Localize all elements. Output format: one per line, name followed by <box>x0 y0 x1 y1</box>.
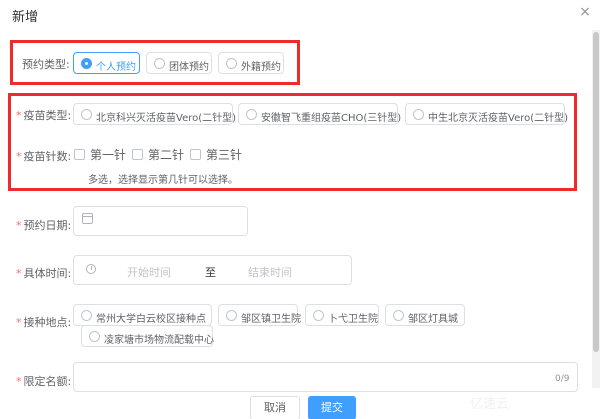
clock-icon <box>86 264 96 274</box>
radio-location-3[interactable]: 卜弋卫生院 <box>305 304 379 326</box>
checkbox-dose-1[interactable]: 第一针 <box>74 146 126 163</box>
dialog-title: 新增 <box>12 10 39 25</box>
radio-vaccine-zhifei[interactable]: 安徽智飞重组疫苗CHO(三针型) <box>238 103 401 125</box>
appointment-type-label: 预约类型: <box>22 58 70 71</box>
radio-personal[interactable]: 个人预约 <box>73 52 140 74</box>
calendar-icon <box>82 213 93 224</box>
radio-icon <box>246 109 257 120</box>
radio-group[interactable]: 团体预约 <box>146 52 212 74</box>
add-dialog: 新增 × 预约类型: 个人预约 团体预约 外籍预约 * 疫苗类型: 北京科兴灭活疫… <box>0 0 600 419</box>
quota-label: * 限定名额: <box>16 375 72 388</box>
vaccine-type-label: * 疫苗类型: <box>16 109 72 122</box>
date-picker-input[interactable] <box>73 206 248 236</box>
radio-location-4[interactable]: 邹区灯具城 <box>385 304 465 326</box>
radio-icon <box>393 310 404 321</box>
radio-icon <box>81 310 92 321</box>
checkbox-dose-3[interactable]: 第三针 <box>190 146 242 163</box>
radio-vaccine-kexing[interactable]: 北京科兴灭活疫苗Vero(二针型) <box>73 103 236 125</box>
radio-icon <box>226 58 237 69</box>
end-time-placeholder[interactable]: 结束时间 <box>248 264 292 280</box>
time-range-label: * 具体时间: <box>16 267 72 280</box>
checkbox-icon <box>132 149 143 160</box>
checkbox-icon <box>74 149 85 160</box>
appointment-date-label: * 预约日期: <box>16 219 72 232</box>
watermark: 亿速云 <box>470 397 510 412</box>
radio-checked-icon <box>81 58 92 69</box>
submit-button[interactable]: 提交 <box>308 396 356 419</box>
close-icon[interactable]: × <box>578 5 592 19</box>
start-time-placeholder[interactable]: 开始时间 <box>127 264 171 280</box>
checkbox-dose-2[interactable]: 第二针 <box>132 146 184 163</box>
dose-count-label: * 疫苗针数: <box>16 150 72 163</box>
quota-input[interactable] <box>73 362 578 392</box>
radio-icon <box>81 109 92 120</box>
radio-icon <box>413 109 424 120</box>
radio-foreign[interactable]: 外籍预约 <box>218 52 284 74</box>
radio-icon <box>89 331 100 342</box>
radio-icon <box>154 58 165 69</box>
dose-hint: 多选，选择显示第几针可以选择。 <box>88 175 238 186</box>
radio-icon <box>226 310 237 321</box>
radio-icon <box>313 310 324 321</box>
radio-location-2[interactable]: 邹区镇卫生院 <box>218 304 301 326</box>
radio-vaccine-zhongsheng[interactable]: 中生北京灭活疫苗Vero(二针型) <box>405 103 568 125</box>
radio-location-5[interactable]: 凌家塘市场物流配载中心 <box>81 325 214 347</box>
range-separator: 至 <box>205 266 216 279</box>
location-label: * 接种地点: <box>16 316 72 329</box>
cancel-button[interactable]: 取消 <box>250 396 300 419</box>
dialog-header: 新增 × <box>0 0 600 28</box>
scrollbar-thumb[interactable] <box>593 32 599 352</box>
quota-counter: 0/9 <box>555 374 570 384</box>
radio-location-1[interactable]: 常州大学白云校区接种点 <box>73 304 212 326</box>
checkbox-icon <box>190 149 201 160</box>
